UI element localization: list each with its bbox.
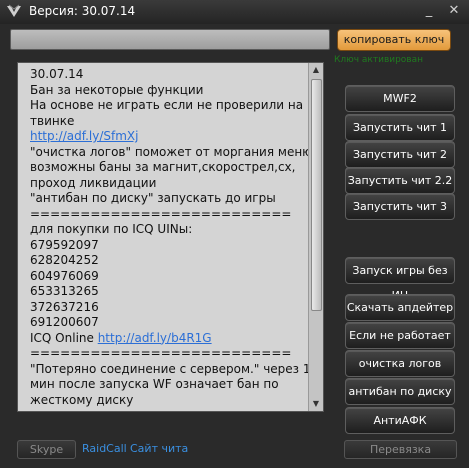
log-line: ========================== xyxy=(30,346,292,360)
log-link[interactable]: http://adf.ly/SfmXj xyxy=(30,129,308,145)
start-cheat-1-button[interactable]: Запустить чит 1 xyxy=(345,114,455,141)
anti-afk-button[interactable]: АнтиАФК xyxy=(345,407,455,434)
activation-status: Ключ активирован xyxy=(334,55,424,65)
cheat-site-link[interactable]: Сайт чита xyxy=(130,440,188,457)
log-line: 30.07.14 xyxy=(30,67,84,81)
log-line: возможны баны за магнит,скорострел,сх, xyxy=(30,160,296,174)
scroll-up-icon[interactable]: ▲ xyxy=(309,63,323,77)
download-updater-button[interactable]: Скачать апдейтер xyxy=(345,294,455,321)
log-line: 679592097 xyxy=(30,237,99,252)
log-line: 691200607 xyxy=(30,315,99,329)
start-cheat-2-2-button[interactable]: Запустить чит 2.2 xyxy=(345,167,455,194)
log-line: "антибан по диску" запускать до игры xyxy=(30,191,276,205)
log-line: "Потеряно соединение с сервером." через … xyxy=(30,361,308,376)
title-bar: Версия: 30.07.14 _ ✕ xyxy=(0,0,469,24)
icq-online-link[interactable]: http://adf.ly/b4R1G xyxy=(98,331,212,345)
log-text: 30.07.14 Бан за некоторые функции На основ… xyxy=(18,63,308,411)
rebind-button[interactable]: Перевязка xyxy=(344,440,457,459)
log-line: твинке xyxy=(30,113,75,128)
key-input[interactable] xyxy=(10,29,330,50)
log-line: 628204252 xyxy=(30,253,99,267)
log-line: ICQ Online http://adf.ly/b4R1G xyxy=(30,330,212,345)
log-line: ========================== xyxy=(30,206,292,221)
window-title: Версия: 30.07.14 xyxy=(29,4,136,18)
skype-button[interactable]: Skype xyxy=(17,440,76,459)
log-line: жесткому диску xyxy=(30,392,134,407)
if-not-working-button[interactable]: Если не работает xyxy=(345,322,455,349)
app-logo-icon xyxy=(7,4,21,17)
log-line: 604976069 xyxy=(30,268,99,283)
log-line: 653313265 xyxy=(30,284,99,298)
start-cheat-2-button[interactable]: Запустить чит 2 xyxy=(345,141,455,168)
log-line: проход ликвидации xyxy=(30,175,157,190)
log-line: для покупки по ICQ UINы: xyxy=(30,222,193,236)
scroll-thumb[interactable] xyxy=(311,79,322,311)
log-textbox[interactable]: 30.07.14 Бан за некоторые функции На основ… xyxy=(17,62,324,412)
log-line: Бан за некоторые функции xyxy=(30,82,204,97)
minimize-button[interactable]: _ xyxy=(420,2,438,20)
launch-game-no-ic-button[interactable]: Запуск игры без ИЦ xyxy=(345,257,455,302)
copy-key-button[interactable]: копировать ключ xyxy=(337,29,451,51)
log-line: мин после запуска WF означает бан по xyxy=(30,377,279,391)
log-line: "очистка логов" поможет от моргания меню xyxy=(30,144,308,159)
close-button[interactable]: ✕ xyxy=(445,2,463,20)
raidcall-link[interactable]: RaidCall xyxy=(82,440,127,457)
disk-antiban-button[interactable]: антибан по диску xyxy=(345,378,455,405)
scroll-down-icon[interactable]: ▼ xyxy=(309,397,323,411)
start-cheat-3-button[interactable]: Запустить чит 3 xyxy=(345,193,455,220)
mwf2-button[interactable]: MWF2 xyxy=(345,85,455,112)
clear-logs-button[interactable]: очистка логов xyxy=(345,350,455,377)
log-line: На основе не играть если не проверили на xyxy=(30,98,304,112)
log-line: 372637216 xyxy=(30,299,99,314)
vertical-scrollbar[interactable]: ▲ ▼ xyxy=(308,63,323,411)
